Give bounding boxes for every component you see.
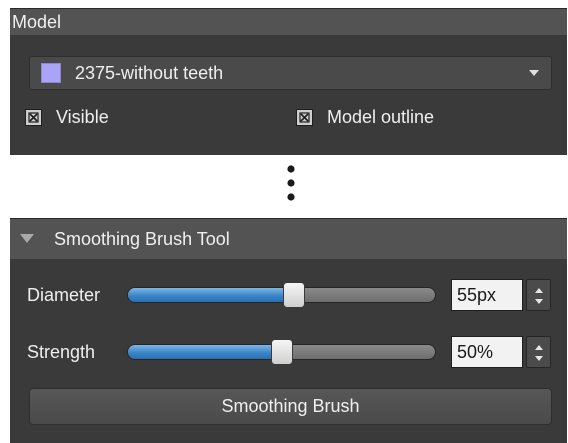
visible-label: Visible: [56, 107, 109, 127]
strength-spin-button[interactable]: [526, 336, 551, 368]
visible-checkbox[interactable]: [25, 109, 42, 126]
check-x-icon: [299, 112, 310, 123]
strength-row: Strength 50%: [10, 335, 567, 369]
diameter-label: Diameter: [27, 285, 101, 305]
up-down-arrows-icon: [535, 345, 543, 361]
smoothing-brush-panel: Smoothing Brush Tool Diameter 55px Stren…: [10, 218, 567, 443]
vertical-ellipsis-icon: [287, 165, 295, 201]
diameter-slider-track[interactable]: [127, 287, 436, 303]
diameter-spin-button[interactable]: [526, 279, 551, 311]
model-panel-header: Model: [10, 9, 567, 35]
model-select-dropdown[interactable]: 2375-without teeth: [29, 56, 552, 90]
model-outline-label: Model outline: [327, 107, 435, 127]
diameter-value-field[interactable]: 55px: [451, 279, 523, 311]
strength-value-field[interactable]: 50%: [451, 336, 523, 368]
model-select-value: 2375-without teeth: [75, 62, 224, 83]
model-outline-checkbox[interactable]: [296, 109, 313, 126]
model-panel: Model 2375-without teeth Visible Model o…: [10, 8, 567, 155]
smoothing-brush-button[interactable]: Smoothing Brush: [29, 388, 552, 425]
model-color-swatch[interactable]: [41, 63, 61, 83]
diameter-row: Diameter 55px: [10, 278, 567, 312]
chevron-down-icon: [529, 70, 539, 76]
strength-slider-thumb[interactable]: [271, 339, 293, 365]
strength-slider-fill: [128, 345, 283, 359]
diameter-slider-fill: [128, 288, 295, 302]
smoothing-brush-header[interactable]: Smoothing Brush Tool: [10, 219, 567, 259]
collapse-triangle-icon[interactable]: [20, 234, 34, 243]
model-outline-toggle[interactable]: Model outline: [296, 107, 434, 128]
smoothing-brush-title: Smoothing Brush Tool: [54, 229, 230, 249]
up-down-arrows-icon: [535, 288, 543, 304]
diameter-slider-thumb[interactable]: [283, 282, 305, 308]
check-x-icon: [28, 112, 39, 123]
visible-toggle[interactable]: Visible: [25, 107, 109, 128]
strength-label: Strength: [27, 342, 96, 362]
